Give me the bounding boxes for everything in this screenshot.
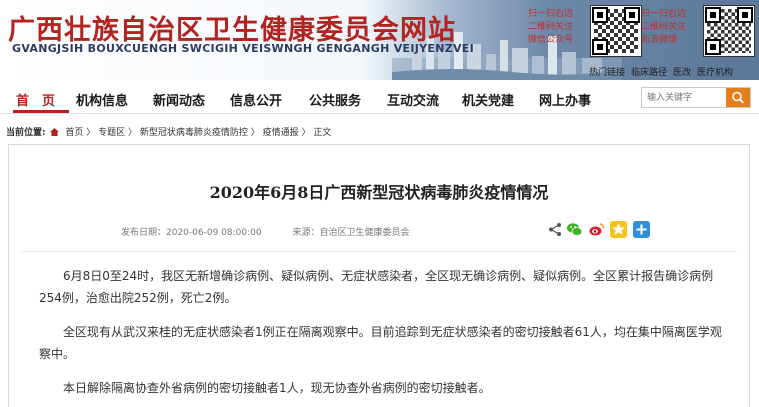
qr-caption-line: 扫一扫右边 — [528, 9, 574, 19]
breadcrumb-sep-icon: 〉 — [250, 128, 263, 138]
site-header: 广西壮族自治区卫生健康委员会网站 GVANGJSIH BOUXCUENGH SW… — [0, 0, 759, 80]
article-paragraph: 全区现有从武汉来桂的无症状感染者1例正在隔离观察中。目前追踪到无症状感染者的密切… — [39, 325, 722, 361]
wechat-qr-block: 扫一扫右边 二维码关注 微信公众号 — [528, 2, 646, 64]
search-icon — [732, 91, 745, 104]
toplink-clinical-path[interactable]: 临床路径 — [631, 68, 667, 78]
toplink-reform[interactable]: 医改 — [673, 68, 691, 78]
article-paragraph: 6月8日0至24时，我区无新增确诊病例、疑似病例、无症状感染者，全区现无确诊病例… — [39, 269, 714, 305]
home-icon — [50, 128, 60, 136]
weibo-icon[interactable] — [588, 221, 605, 238]
article-panel: 2020年6月8日广西新型冠状病毒肺炎疫情情况 发布日期：2020-06-09 … — [8, 144, 750, 407]
article-meta: 发布日期：2020-06-09 08:00:00 来源：自治区卫生健康委员会 — [121, 225, 437, 238]
nav-news[interactable]: 新闻动态 — [153, 90, 205, 109]
weibo-qr-code — [703, 5, 755, 57]
breadcrumb-sep-icon: 〉 — [128, 128, 140, 138]
breadcrumb-label: 当前位置: — [6, 128, 46, 138]
nav-public-service[interactable]: 公共服务 — [309, 90, 361, 109]
breadcrumb-current: 正文 — [313, 128, 332, 138]
qr-caption-line: 扫一扫右边 — [641, 9, 687, 19]
qr-caption-line: 新浪微博 — [641, 35, 678, 45]
nav-disclosure[interactable]: 信息公开 — [230, 90, 282, 109]
qzone-icon[interactable] — [610, 221, 627, 238]
nav-home[interactable]: 首 页 — [16, 90, 55, 109]
weibo-qr-block: 扫一扫右边 二维码关注 新浪微博 — [641, 2, 759, 64]
breadcrumb: 当前位置: 首页 〉 专题区 〉 新型冠状病毒肺炎疫情防控 〉 疫情通报 〉 正… — [6, 125, 331, 138]
toplink-institutions[interactable]: 医疗机构 — [697, 68, 733, 78]
search-button[interactable] — [726, 88, 750, 107]
qr-caption-line: 二维码关注 — [641, 22, 687, 32]
site-subtitle: GVANGJSIH BOUXCUENGH SWCIGIH VEISWNGH GE… — [12, 42, 475, 55]
wechat-icon[interactable] — [566, 221, 583, 238]
breadcrumb-sep-icon: 〉 — [301, 128, 314, 138]
breadcrumb-home[interactable]: 首页 — [65, 128, 83, 138]
nav-active-indicator — [13, 110, 69, 113]
article-paragraph: 本日解除隔离协查外省病例的密切接触者1人，现无协查外省病例的密切接触者。 — [63, 381, 491, 395]
breadcrumb-topics[interactable]: 专题区 — [98, 128, 125, 138]
qr-caption-line: 微信公众号 — [528, 35, 574, 45]
qr-caption-line: 二维码关注 — [528, 22, 574, 32]
nav-online-service[interactable]: 网上办事 — [539, 90, 591, 109]
search-box — [641, 87, 751, 108]
breadcrumb-covid[interactable]: 新型冠状病毒肺炎疫情防控 — [140, 128, 248, 138]
breadcrumb-bulletin[interactable]: 疫情通报 — [263, 128, 299, 138]
nav-interaction[interactable]: 互动交流 — [387, 90, 439, 109]
nav-party[interactable]: 机关党建 — [462, 90, 514, 109]
nav-organization[interactable]: 机构信息 — [76, 90, 128, 109]
more-icon[interactable] — [633, 221, 650, 238]
share-icon[interactable] — [547, 221, 564, 238]
breadcrumb-sep-icon: 〉 — [86, 128, 99, 138]
article-divider — [21, 251, 737, 252]
toplink-hot[interactable]: 热门链接 — [589, 68, 625, 78]
article-source: 来源：自治区卫生健康委员会 — [292, 228, 410, 238]
publish-date: 发布日期：2020-06-09 08:00:00 — [121, 228, 262, 238]
wechat-qr-code — [590, 5, 642, 57]
search-input[interactable] — [642, 88, 726, 107]
top-links: 热门链接 临床路径 医改 医疗机构 — [589, 65, 739, 78]
article-title: 2020年6月8日广西新型冠状病毒肺炎疫情情况 — [209, 183, 549, 202]
